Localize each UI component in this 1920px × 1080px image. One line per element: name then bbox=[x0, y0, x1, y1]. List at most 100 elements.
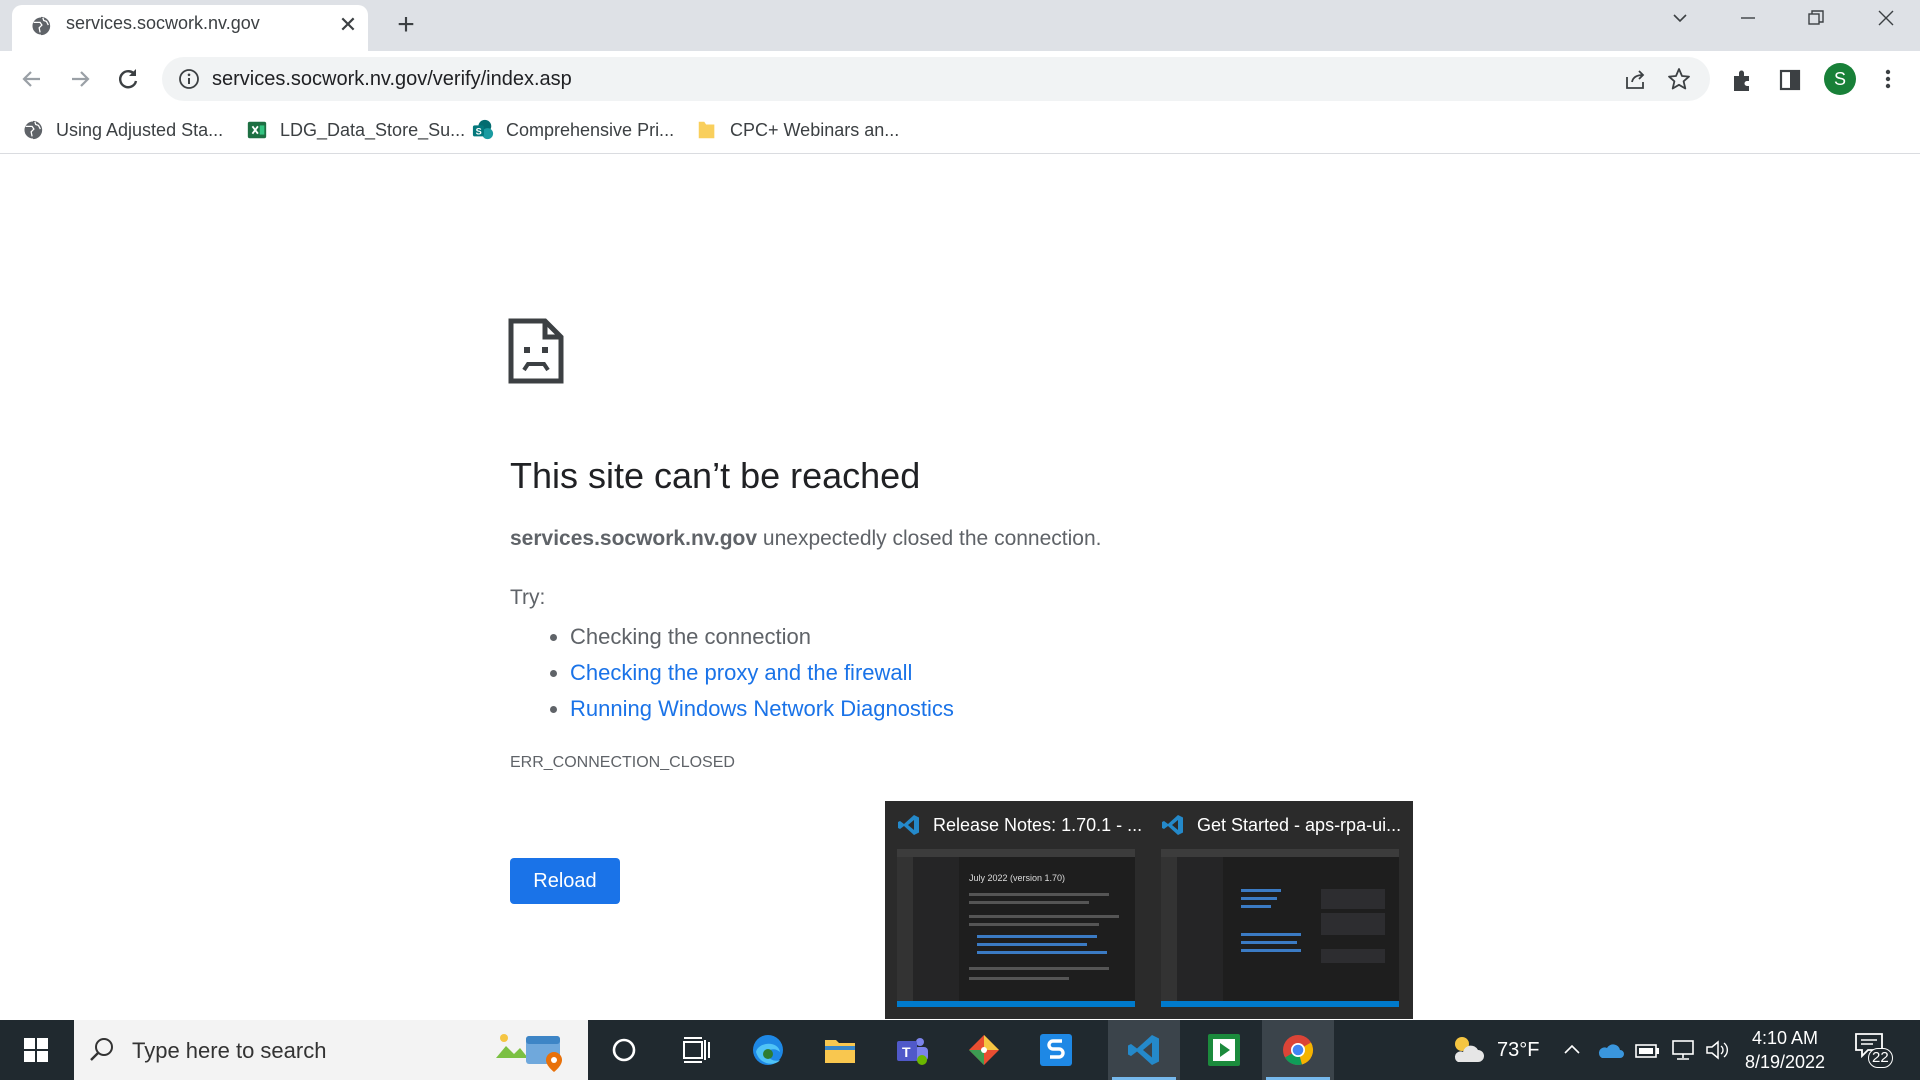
reload-button[interactable]: Reload bbox=[510, 858, 620, 904]
taskbar-file-explorer[interactable] bbox=[804, 1020, 876, 1080]
reload-icon[interactable] bbox=[112, 63, 144, 95]
tab-strip: services.socwork.nv.gov ✕ + bbox=[0, 0, 1920, 51]
tab-close-icon[interactable]: ✕ bbox=[337, 14, 359, 36]
windows-logo-icon bbox=[24, 1038, 48, 1062]
preview-thumbnail: July 2022 (version 1.70) bbox=[897, 849, 1135, 1007]
bookmark-item[interactable]: S Comprehensive Pri... bbox=[472, 117, 674, 143]
task-view-icon bbox=[683, 1037, 710, 1063]
error-title: This site can’t be reached bbox=[510, 455, 921, 496]
network-diagnostics-link[interactable]: Running Windows Network Diagnostics bbox=[570, 696, 954, 721]
bookmark-folder[interactable]: CPC+ Webinars an... bbox=[696, 117, 899, 143]
battery-icon[interactable] bbox=[1634, 1040, 1660, 1060]
onedrive-cloud-icon[interactable] bbox=[1596, 1040, 1624, 1060]
suggestion-text: Checking the connection bbox=[570, 624, 811, 649]
globe-icon bbox=[23, 120, 43, 140]
svg-text:T: T bbox=[902, 1044, 911, 1060]
share-icon[interactable] bbox=[1624, 68, 1646, 90]
back-arrow-icon[interactable] bbox=[16, 63, 48, 95]
windows-taskbar: Type here to search T 73°F 4:10 AM 8/19/… bbox=[0, 1020, 1920, 1080]
preview-title: Get Started - aps-rpa-ui... bbox=[1197, 815, 1402, 835]
suggestion-item: Checking the proxy and the firewall bbox=[570, 655, 954, 691]
restore-button[interactable] bbox=[1796, 6, 1836, 36]
taskbar-git-app[interactable] bbox=[948, 1020, 1020, 1080]
system-clock[interactable]: 4:10 AM 8/19/2022 bbox=[1730, 1026, 1840, 1074]
cortana-button[interactable] bbox=[588, 1020, 660, 1080]
taskbar-player-app[interactable] bbox=[1188, 1020, 1260, 1080]
address-bar[interactable]: services.socwork.nv.gov/verify/index.asp bbox=[162, 57, 1710, 101]
error-code: ERR_CONNECTION_CLOSED bbox=[510, 754, 735, 771]
taskbar-teams[interactable]: T bbox=[876, 1020, 948, 1080]
search-highlight-icon bbox=[496, 1034, 562, 1072]
preview-window[interactable]: Release Notes: 1.70.1 - ... July 2022 (v… bbox=[885, 801, 1142, 1019]
taskbar-vscode[interactable] bbox=[1108, 1020, 1180, 1080]
bookmark-label: Comprehensive Pri... bbox=[506, 119, 675, 140]
close-window-button[interactable] bbox=[1866, 6, 1906, 36]
edge-icon bbox=[753, 1035, 783, 1065]
url-text[interactable]: services.socwork.nv.gov/verify/index.asp bbox=[212, 68, 572, 91]
extensions-puzzle-icon[interactable] bbox=[1730, 67, 1756, 93]
clock-date: 8/19/2022 bbox=[1744, 1052, 1826, 1072]
profile-avatar[interactable]: S bbox=[1824, 63, 1856, 95]
suggestion-list: Checking the connection Checking the pro… bbox=[510, 619, 954, 727]
notification-center-button[interactable]: 22 bbox=[1854, 1032, 1894, 1068]
proxy-firewall-link[interactable]: Checking the proxy and the firewall bbox=[570, 660, 912, 685]
teams-icon: T bbox=[897, 1038, 928, 1065]
bookmark-item[interactable]: LDG_Data_Store_Su... bbox=[246, 117, 465, 143]
start-button[interactable] bbox=[0, 1020, 72, 1080]
excel-icon bbox=[247, 121, 267, 139]
preview-window[interactable]: Get Started - aps-rpa-ui... bbox=[1149, 801, 1402, 1019]
suggestion-item: Running Windows Network Diagnostics bbox=[570, 691, 954, 727]
folder-icon bbox=[825, 1040, 855, 1063]
bookmark-label: LDG_Data_Store_Su... bbox=[280, 119, 466, 140]
sad-page-icon bbox=[508, 318, 564, 384]
task-view-button[interactable] bbox=[660, 1020, 732, 1080]
git-diamond-icon bbox=[969, 1035, 999, 1065]
error-message: unexpectedly closed the connection. bbox=[757, 527, 1102, 550]
forward-arrow-icon[interactable] bbox=[64, 63, 96, 95]
cortana-icon bbox=[612, 1038, 636, 1062]
vscode-icon bbox=[1128, 1035, 1159, 1065]
folder-icon bbox=[698, 121, 715, 139]
volume-icon[interactable] bbox=[1704, 1038, 1730, 1062]
new-tab-button[interactable]: + bbox=[390, 10, 422, 42]
play-icon bbox=[1208, 1034, 1240, 1066]
browser-toolbar: services.socwork.nv.gov/verify/index.asp… bbox=[0, 51, 1920, 107]
tab-title: services.socwork.nv.gov bbox=[66, 13, 260, 33]
error-description: services.socwork.nv.gov unexpectedly clo… bbox=[510, 527, 1101, 551]
weather-icon[interactable] bbox=[1448, 1032, 1488, 1066]
more-menu-icon[interactable] bbox=[1878, 63, 1898, 95]
network-icon[interactable] bbox=[1670, 1038, 1696, 1062]
bookmark-star-icon[interactable] bbox=[1666, 66, 1692, 92]
chrome-icon bbox=[1283, 1035, 1314, 1066]
site-info-icon[interactable] bbox=[178, 68, 200, 90]
taskbar-chrome[interactable] bbox=[1262, 1020, 1334, 1080]
sharepoint-icon: S bbox=[472, 119, 494, 140]
taskbar-preview-popup: Release Notes: 1.70.1 - ... July 2022 (v… bbox=[885, 801, 1413, 1019]
error-host: services.socwork.nv.gov bbox=[510, 527, 758, 550]
preview-heading: July 2022 (version 1.70) bbox=[969, 873, 1066, 883]
side-panel-icon[interactable] bbox=[1777, 67, 1803, 93]
preview-thumbnail bbox=[1161, 849, 1399, 1007]
try-label: Try: bbox=[510, 586, 546, 609]
globe-icon bbox=[31, 16, 51, 36]
bookmark-item[interactable]: Using Adjusted Sta... bbox=[22, 117, 223, 143]
bookmark-label: Using Adjusted Sta... bbox=[56, 119, 224, 140]
notification-count: 22 bbox=[1868, 1048, 1893, 1068]
minimize-button[interactable] bbox=[1728, 6, 1768, 36]
svg-text:S: S bbox=[476, 127, 482, 137]
tab-search-icon[interactable] bbox=[1660, 6, 1700, 36]
search-icon bbox=[90, 1038, 113, 1061]
weather-temperature[interactable]: 73°F bbox=[1497, 1020, 1539, 1080]
preview-title: Release Notes: 1.70.1 - ... bbox=[933, 815, 1143, 835]
suggestion-item: Checking the connection bbox=[570, 619, 954, 655]
clock-time: 4:10 AM bbox=[1751, 1028, 1819, 1048]
chevron-up-icon[interactable] bbox=[1562, 1040, 1582, 1060]
vscode-icon bbox=[898, 815, 919, 835]
bookmark-label: CPC+ Webinars an... bbox=[730, 119, 900, 140]
taskbar-edge[interactable] bbox=[732, 1020, 804, 1080]
taskbar-search[interactable]: Type here to search bbox=[74, 1020, 588, 1080]
taskbar-s-app[interactable] bbox=[1020, 1020, 1092, 1080]
active-tab[interactable]: services.socwork.nv.gov ✕ bbox=[12, 5, 368, 51]
bookmarks-bar: Using Adjusted Sta... LDG_Data_Store_Su.… bbox=[0, 107, 1920, 154]
vscode-icon bbox=[1162, 815, 1183, 835]
